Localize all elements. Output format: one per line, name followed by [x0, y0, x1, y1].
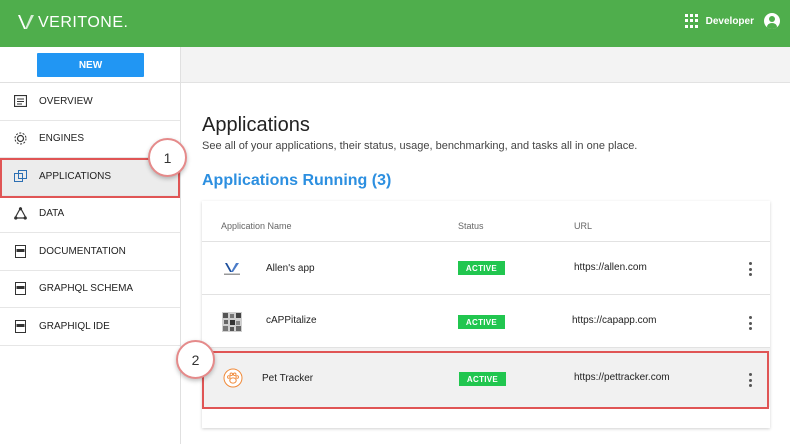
- app-name[interactable]: Allen's app: [266, 263, 315, 274]
- callout-highlight-pet-tracker: [202, 351, 769, 409]
- html-doc-icon: [13, 319, 27, 333]
- status-badge: ACTIVE: [458, 315, 505, 329]
- logo-text: VERITONE.: [38, 13, 129, 31]
- table-row[interactable]: cAPPitalize ACTIVE https://capapp.com: [202, 294, 770, 347]
- sidebar-item-label: DATA: [39, 208, 65, 220]
- app-name[interactable]: cAPPitalize: [266, 315, 317, 326]
- apps-grid-icon[interactable]: [684, 14, 699, 28]
- more-options-icon[interactable]: [748, 262, 752, 276]
- column-header-name: Application Name: [221, 221, 292, 231]
- sidebar-item-label: GRAPHIQL IDE: [39, 320, 110, 332]
- page-title: Applications: [202, 114, 310, 136]
- sidebar-item-graphiql-ide[interactable]: GRAPHIQL IDE: [0, 308, 180, 346]
- sidebar-item-overview[interactable]: OVERVIEW: [0, 83, 180, 121]
- html-doc-icon: [13, 244, 27, 258]
- top-bar: VERITONE. Developer: [0, 0, 790, 47]
- table-row[interactable]: Allen's app ACTIVE https://allen.com: [202, 241, 770, 294]
- html-doc-icon: [13, 282, 27, 296]
- toolbar-strip: [181, 47, 790, 83]
- engines-gear-icon: [13, 132, 27, 146]
- sidebar-item-documentation[interactable]: DOCUMENTATION: [0, 233, 180, 271]
- sidebar-item-label: ENGINES: [39, 133, 85, 145]
- sidebar-item-label: GRAPHQL SCHEMA: [39, 283, 134, 295]
- sidebar: NEW OVERVIEW ENGINES APPLICATIONS DATA D…: [0, 47, 181, 444]
- veritone-logo[interactable]: VERITONE.: [16, 12, 128, 32]
- app-url[interactable]: https://allen.com: [574, 262, 647, 273]
- capitalize-app-icon: [221, 312, 243, 332]
- status-badge: ACTIVE: [458, 261, 505, 275]
- page-subtitle: See all of your applications, their stat…: [202, 140, 638, 152]
- callout-number-2: 2: [176, 340, 215, 379]
- column-header-status: Status: [458, 221, 484, 231]
- app-url[interactable]: https://capapp.com: [572, 315, 657, 326]
- overview-icon: [13, 94, 27, 108]
- account-avatar-icon[interactable]: [764, 13, 780, 29]
- veritone-logo-icon: [221, 259, 243, 279]
- new-button[interactable]: NEW: [37, 53, 144, 77]
- sidebar-item-label: DOCUMENTATION: [39, 245, 126, 257]
- veritone-v-icon: [18, 15, 34, 29]
- sidebar-item-graphql-schema[interactable]: GRAPHQL SCHEMA: [0, 271, 180, 308]
- section-title: Applications Running (3): [202, 172, 392, 189]
- data-share-icon: [13, 207, 27, 221]
- sidebar-item-label: OVERVIEW: [39, 95, 93, 107]
- sidebar-item-data[interactable]: DATA: [0, 196, 180, 233]
- more-options-icon[interactable]: [748, 316, 752, 330]
- user-role-label[interactable]: Developer: [706, 16, 754, 27]
- callout-number-1: 1: [148, 138, 187, 177]
- column-header-url: URL: [574, 221, 593, 231]
